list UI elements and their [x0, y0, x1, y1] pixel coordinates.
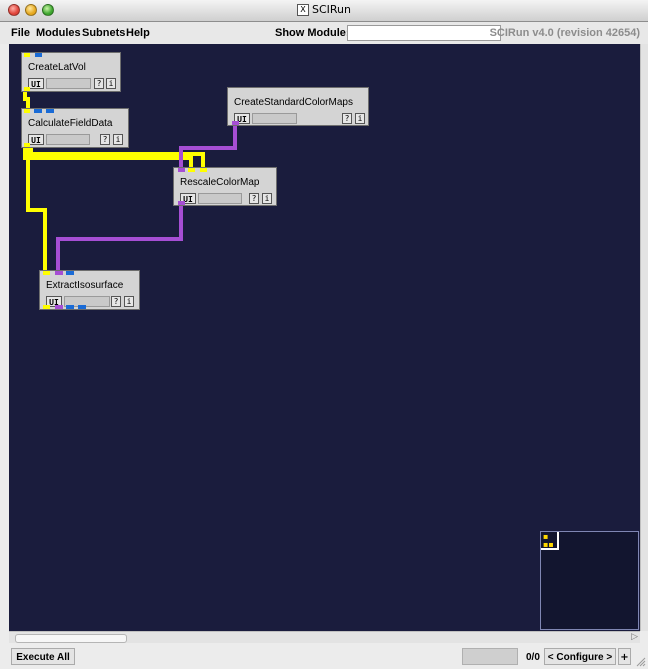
output-port-colormap[interactable] [178, 201, 185, 205]
show-module-label: Show Module: [275, 27, 350, 39]
info-button[interactable]: i [355, 113, 365, 124]
show-module-input[interactable] [347, 25, 501, 41]
input-port-colormap[interactable] [55, 271, 63, 275]
info-button[interactable]: i [106, 78, 116, 89]
progress-bar [198, 193, 242, 204]
plus-button[interactable]: + [618, 648, 631, 665]
output-port-field[interactable] [24, 143, 30, 147]
help-button[interactable]: ? [342, 113, 352, 124]
menu-help[interactable]: Help [126, 27, 150, 39]
help-button[interactable]: ? [249, 193, 259, 204]
connection-calculatefielddata-extractisosurface [26, 148, 47, 270]
global-progress-bar [462, 648, 518, 665]
status-bar: Execute All 0/0 < Configure > + [0, 643, 648, 669]
info-button[interactable]: i [262, 193, 272, 204]
info-button[interactable]: i [113, 134, 123, 145]
module-name: CreateLatVol [28, 62, 86, 73]
info-button[interactable]: i [124, 296, 134, 307]
output-port-colormap[interactable] [55, 305, 63, 309]
menu-bar: File Modules Subnets Help Show Module: S… [0, 22, 648, 44]
window-title: SCIRun [312, 3, 351, 16]
output-port-field[interactable] [24, 87, 30, 91]
input-port-matrix[interactable] [35, 53, 42, 57]
module-createstandardcolormaps[interactable]: CreateStandardColorMaps UI ? i [227, 87, 369, 126]
help-button[interactable]: ? [111, 296, 121, 307]
menu-file[interactable]: File [11, 27, 30, 39]
version-label: SCIRun v4.0 (revision 42654) [489, 27, 640, 39]
output-port-geometry-2[interactable] [78, 305, 86, 309]
module-name: CalculateFieldData [28, 118, 113, 129]
minimap-modules: ▪ ▪▪ [543, 532, 554, 549]
network-canvas[interactable]: CreateLatVol UI ? i CalculateFieldData U… [9, 44, 640, 631]
scroll-right-arrow-icon[interactable]: ▷ [631, 632, 638, 642]
progress-bar [46, 78, 91, 89]
module-name: CreateStandardColorMaps [234, 97, 353, 108]
help-button[interactable]: ? [100, 134, 110, 145]
input-port-matrix[interactable] [66, 271, 74, 275]
resize-grip-icon[interactable] [636, 657, 646, 667]
input-port-field-2[interactable] [200, 168, 207, 172]
output-port-geometry[interactable] [66, 305, 74, 309]
x11-icon: X [297, 4, 309, 16]
help-button[interactable]: ? [94, 78, 104, 89]
output-port-colormap[interactable] [232, 121, 239, 125]
network-minimap[interactable]: ▪ ▪▪ [540, 531, 639, 630]
module-name: RescaleColorMap [180, 177, 260, 188]
input-port-field[interactable] [24, 109, 30, 113]
input-port-field[interactable] [24, 53, 30, 57]
ui-button[interactable]: UI [28, 78, 44, 89]
input-port-colormap[interactable] [178, 168, 185, 172]
input-port-field[interactable] [188, 168, 195, 172]
connection-createlatvol-calculatefielddata [23, 92, 30, 109]
horizontal-scroll-thumb[interactable] [15, 634, 127, 643]
menu-modules[interactable]: Modules [36, 27, 81, 39]
connection-rescalecolormap-extractisosurface [56, 206, 183, 270]
input-port-matrix[interactable] [34, 109, 42, 113]
module-counter: 0/0 [526, 652, 540, 663]
module-extractisosurface[interactable]: ExtractIsosurface UI ? i [39, 270, 140, 310]
title-bar: X SCIRun [0, 0, 648, 22]
execute-all-button[interactable]: Execute All [11, 648, 75, 665]
vertical-scrollbar[interactable] [640, 44, 648, 631]
connection-calculatefielddata-rescalecolormap [23, 148, 193, 167]
ui-button[interactable]: UI [28, 134, 44, 145]
input-port-field[interactable] [43, 271, 50, 275]
module-createlatvol[interactable]: CreateLatVol UI ? i [21, 52, 121, 92]
menu-subnets[interactable]: Subnets [82, 27, 125, 39]
module-name: ExtractIsosurface [46, 280, 124, 291]
progress-bar [252, 113, 297, 124]
input-port-matrix-2[interactable] [46, 109, 54, 113]
module-rescalecolormap[interactable]: RescaleColorMap UI ? i [173, 167, 277, 206]
output-port-field[interactable] [43, 305, 50, 309]
progress-bar [46, 134, 90, 145]
configure-button[interactable]: < Configure > [544, 648, 616, 665]
module-calculatefielddata[interactable]: CalculateFieldData UI ? i [21, 108, 129, 148]
